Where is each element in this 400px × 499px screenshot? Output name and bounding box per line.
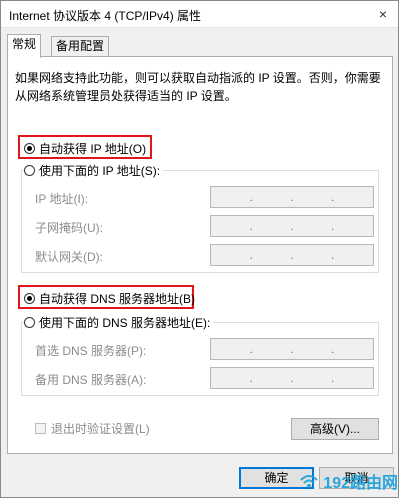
- radio-manual-ip-label: 使用下面的 IP 地址(S):: [39, 164, 161, 178]
- alternate-dns-field[interactable]: ...: [210, 367, 374, 389]
- radio-unselected-icon: [24, 165, 35, 176]
- advanced-button[interactable]: 高级(V)...: [291, 418, 379, 440]
- checkbox-icon: [35, 423, 46, 434]
- description-text: 如果网络支持此功能，则可以获取自动指派的 IP 设置。否则，你需要从网络系统管理…: [15, 71, 381, 103]
- preferred-dns-field[interactable]: ...: [210, 338, 374, 360]
- radio-manual-dns[interactable]: 使用下面的 DNS 服务器地址(E):: [24, 314, 214, 331]
- radio-auto-dns-label: 自动获得 DNS 服务器地址(B): [39, 292, 196, 306]
- radio-selected-icon: [24, 143, 35, 154]
- radio-manual-dns-label: 使用下面的 DNS 服务器地址(E):: [39, 316, 211, 330]
- ip-address-label: IP 地址(I):: [35, 192, 89, 206]
- tab-alternate-config[interactable]: 备用配置: [51, 36, 110, 57]
- radio-auto-ip-label: 自动获得 IP 地址(O): [39, 142, 147, 156]
- radio-auto-ip[interactable]: 自动获得 IP 地址(O): [24, 140, 146, 157]
- radio-manual-ip[interactable]: 使用下面的 IP 地址(S):: [24, 162, 164, 179]
- title-bar: Internet 协议版本 4 (TCP/IPv4) 属性 ×: [1, 1, 398, 28]
- radio-selected-icon: [24, 293, 35, 304]
- radio-unselected-icon: [24, 317, 35, 328]
- alternate-dns-label: 备用 DNS 服务器(A):: [35, 373, 147, 387]
- close-icon[interactable]: ×: [374, 6, 392, 22]
- tab-general[interactable]: 常规: [7, 34, 42, 58]
- default-gateway-label: 默认网关(D):: [35, 250, 103, 264]
- subnet-mask-label: 子网掩码(U):: [35, 221, 103, 235]
- watermark-text: 192路由网: [323, 475, 398, 492]
- validate-on-exit-checkbox[interactable]: 退出时验证设置(L): [35, 420, 150, 437]
- dialog-window: Internet 协议版本 4 (TCP/IPv4) 属性 × 常规 备用配置 …: [0, 0, 399, 498]
- subnet-mask-field[interactable]: ...: [210, 215, 374, 237]
- ip-address-field[interactable]: ...: [210, 186, 374, 208]
- validate-on-exit-label: 退出时验证设置(L): [51, 422, 150, 436]
- watermark: 192路由网: [299, 469, 398, 493]
- default-gateway-field[interactable]: ...: [210, 244, 374, 266]
- radio-auto-dns[interactable]: 自动获得 DNS 服务器地址(B): [24, 290, 195, 307]
- general-panel: 如果网络支持此功能，则可以获取自动指派的 IP 设置。否则，你需要从网络系统管理…: [7, 56, 393, 454]
- window-title: Internet 协议版本 4 (TCP/IPv4) 属性: [9, 9, 202, 23]
- preferred-dns-label: 首选 DNS 服务器(P):: [35, 344, 147, 358]
- wifi-icon: [300, 475, 319, 488]
